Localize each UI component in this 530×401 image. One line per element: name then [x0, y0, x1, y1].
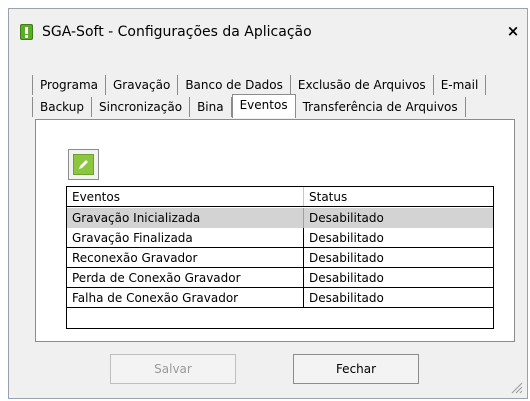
- table-row[interactable]: Gravação Inicializada Desabilitado: [67, 208, 493, 228]
- table-row[interactable]: Reconexão Gravador Desabilitado: [67, 248, 493, 268]
- table-row[interactable]: Falha de Conexão Gravador Desabilitado: [67, 288, 493, 308]
- event-name-cell: Falha de Conexão Gravador: [67, 288, 304, 307]
- tab-email[interactable]: E-mail: [433, 75, 487, 95]
- events-table: Eventos Status Gravação Inicializada Des…: [66, 186, 494, 329]
- tab-sincronizacao[interactable]: Sincronização: [92, 97, 191, 117]
- event-status-cell: Desabilitado: [309, 211, 384, 225]
- event-status-cell: Desabilitado: [309, 231, 384, 245]
- tab-gravacao[interactable]: Gravação: [105, 75, 179, 95]
- tab-transferencia-de-arquivos[interactable]: Transferência de Arquivos: [295, 97, 466, 117]
- table-row[interactable]: Gravação Finalizada Desabilitado: [67, 228, 493, 248]
- settings-window: SGA-Soft - Configurações da Aplicação × …: [8, 8, 528, 399]
- column-header-status[interactable]: Status: [304, 187, 493, 206]
- title-bar[interactable]: SGA-Soft - Configurações da Aplicação ×: [9, 9, 527, 49]
- tab-programa[interactable]: Programa: [32, 75, 106, 95]
- close-button[interactable]: Fechar: [293, 354, 419, 384]
- close-window-button[interactable]: ×: [505, 23, 521, 39]
- event-status-cell: Desabilitado: [309, 291, 384, 305]
- tab-banco-de-dados[interactable]: Banco de Dados: [178, 75, 291, 95]
- event-name-cell: Reconexão Gravador: [67, 248, 304, 267]
- event-name-cell: Gravação Inicializada: [67, 208, 304, 228]
- tab-row-2: Backup Sincronização Bina Eventos Transf…: [32, 94, 466, 119]
- tab-eventos[interactable]: Eventos: [231, 94, 296, 118]
- table-header: Eventos Status: [67, 187, 493, 207]
- pencil-icon: [73, 154, 94, 175]
- tab-bina[interactable]: Bina: [190, 97, 232, 117]
- table-row[interactable]: Perda de Conexão Gravador Desabilitado: [67, 268, 493, 288]
- save-button[interactable]: Salvar: [110, 354, 236, 384]
- eventos-panel: Eventos Status Gravação Inicializada Des…: [35, 119, 515, 342]
- edit-button[interactable]: [68, 149, 99, 180]
- window-title: SGA-Soft - Configurações da Aplicação: [42, 24, 312, 40]
- app-warning-icon: [20, 24, 33, 40]
- event-name-cell: Perda de Conexão Gravador: [67, 268, 304, 287]
- event-status-cell: Desabilitado: [309, 251, 384, 265]
- event-name-cell: Gravação Finalizada: [67, 228, 304, 247]
- tab-backup[interactable]: Backup: [32, 97, 92, 117]
- tab-exclusao-de-arquivos[interactable]: Exclusão de Arquivos: [290, 75, 434, 95]
- column-header-eventos[interactable]: Eventos: [67, 187, 304, 206]
- resize-grip-icon[interactable]: [509, 380, 523, 394]
- event-status-cell: Desabilitado: [309, 271, 384, 285]
